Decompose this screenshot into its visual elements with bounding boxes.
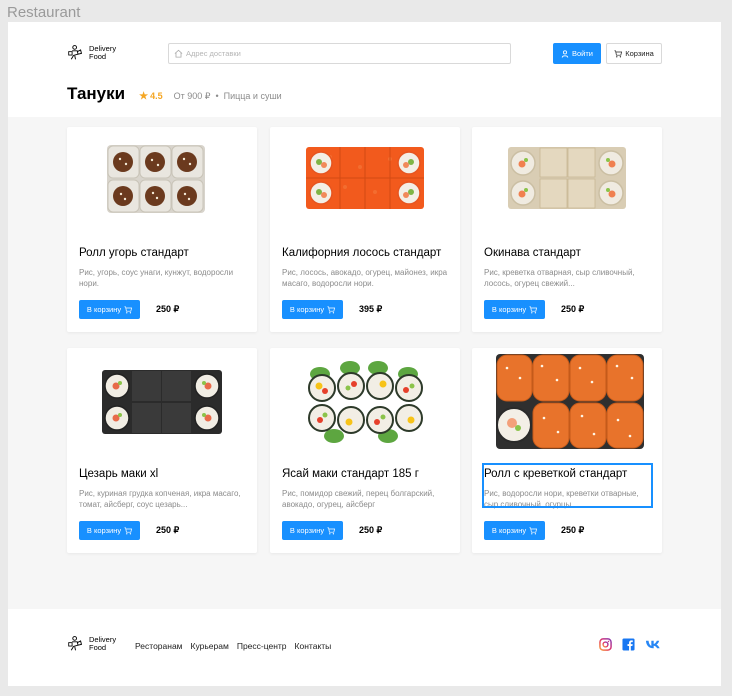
cart-button[interactable]: Корзина <box>606 43 662 64</box>
rating-value: 4.5 <box>150 91 163 101</box>
footer-logo[interactable]: Delivery Food <box>67 635 116 652</box>
header: Delivery Food Войти Корзина <box>8 22 721 117</box>
restaurant-heading: Тануки ★ 4.5 От 900 ₽ • Пицца и суши <box>67 84 282 104</box>
footer-nav: Ресторанам Курьерам Пресс-центр Контакты <box>135 641 331 651</box>
facebook-icon[interactable] <box>622 638 635 651</box>
product-name: Ролл угорь стандарт <box>79 247 189 259</box>
user-icon <box>561 49 569 58</box>
rating: ★ 4.5 <box>139 91 162 102</box>
product-image <box>102 370 222 434</box>
courier-icon <box>68 636 83 651</box>
vk-icon[interactable] <box>645 638 662 651</box>
page-frame: Delivery Food Войти Корзина <box>8 22 721 686</box>
login-button[interactable]: Войти <box>553 43 601 64</box>
address-input[interactable] <box>186 49 486 58</box>
product-name: Окинава стандарт <box>484 247 581 259</box>
cart-icon <box>124 305 133 313</box>
separator-dot: • <box>215 91 219 101</box>
cart-icon <box>124 526 133 534</box>
cart-label: Корзина <box>625 49 654 58</box>
footer: Delivery Food Ресторанам Курьерам Пресс-… <box>8 609 721 686</box>
logo[interactable]: Delivery Food <box>67 44 116 61</box>
login-label: Войти <box>572 49 593 58</box>
cart-icon <box>327 305 336 313</box>
add-to-cart-button[interactable]: В корзину <box>79 521 140 540</box>
product-card[interactable]: Ролл с креветкой стандарт Рис, водоросли… <box>472 348 662 553</box>
add-to-cart-button[interactable]: В корзину <box>484 300 545 319</box>
product-price: 395 ₽ <box>359 304 383 314</box>
restaurant-category: Пицца и суши <box>223 91 282 101</box>
cart-icon <box>327 526 336 534</box>
product-description: Рис, креветка отварная, сыр сливочный, л… <box>484 268 635 288</box>
product-description: Рис, куриная грудка копченая, икра масаг… <box>79 489 241 509</box>
footer-link-restaurants[interactable]: Ресторанам <box>135 641 183 651</box>
star-icon: ★ <box>139 91 149 102</box>
product-description: Рис, угорь, соус унаги, кунжут, водоросл… <box>79 268 234 288</box>
product-price: 250 ₽ <box>156 525 180 535</box>
add-to-cart-label: В корзину <box>491 526 527 535</box>
cart-icon <box>529 305 538 313</box>
product-image <box>496 354 644 449</box>
cart-icon <box>529 526 538 534</box>
product-card[interactable]: Цезарь маки xl Рис, куриная грудка копче… <box>67 348 257 553</box>
product-image <box>508 147 626 209</box>
restaurant-title: Тануки <box>67 84 126 103</box>
footer-link-contacts[interactable]: Контакты <box>295 641 332 651</box>
courier-icon <box>68 45 83 60</box>
logo-line2: Food <box>89 642 107 652</box>
product-card[interactable]: Окинава стандарт Рис, креветка отварная,… <box>472 127 662 332</box>
product-price: 250 ₽ <box>561 525 585 535</box>
product-card[interactable]: Ролл угорь стандарт Рис, угорь, соус уна… <box>67 127 257 332</box>
footer-link-press[interactable]: Пресс-центр <box>237 641 287 651</box>
selection-outline <box>482 463 653 508</box>
logo-line2: Food <box>89 51 107 61</box>
product-image <box>306 147 424 209</box>
product-card[interactable]: Ясай маки стандарт 185 г Рис, помидор св… <box>270 348 460 553</box>
product-description: Рис, лосось, авокадо, огурец, майонез, и… <box>282 268 448 288</box>
product-price: 250 ₽ <box>561 304 585 314</box>
add-to-cart-label: В корзину <box>491 305 527 314</box>
product-image <box>107 145 205 213</box>
product-name: Калифорния лосось стандарт <box>282 247 442 259</box>
product-description: Рис, помидор свежий, перец болгарский, а… <box>282 489 435 509</box>
product-image <box>308 361 423 443</box>
product-price: 250 ₽ <box>359 525 383 535</box>
cart-icon <box>614 49 623 57</box>
footer-link-couriers[interactable]: Курьерам <box>191 641 229 651</box>
product-price: 250 ₽ <box>156 304 180 314</box>
home-icon <box>174 49 183 58</box>
frame-label: Restaurant <box>7 4 81 21</box>
add-to-cart-label: В корзину <box>289 305 325 314</box>
add-to-cart-label: В корзину <box>289 526 325 535</box>
instagram-icon[interactable] <box>599 638 612 651</box>
add-to-cart-button[interactable]: В корзину <box>282 521 343 540</box>
add-to-cart-button[interactable]: В корзину <box>484 521 545 540</box>
product-name: Цезарь маки xl <box>79 468 159 480</box>
add-to-cart-label: В корзину <box>86 305 122 314</box>
add-to-cart-button[interactable]: В корзину <box>282 300 343 319</box>
product-card[interactable]: Калифорния лосось стандарт Рис, лосось, … <box>270 127 460 332</box>
add-to-cart-label: В корзину <box>86 526 122 535</box>
search-field[interactable] <box>168 43 511 64</box>
product-name: Ясай маки стандарт 185 г <box>282 468 419 480</box>
min-price: От 900 ₽ <box>173 91 211 101</box>
add-to-cart-button[interactable]: В корзину <box>79 300 140 319</box>
